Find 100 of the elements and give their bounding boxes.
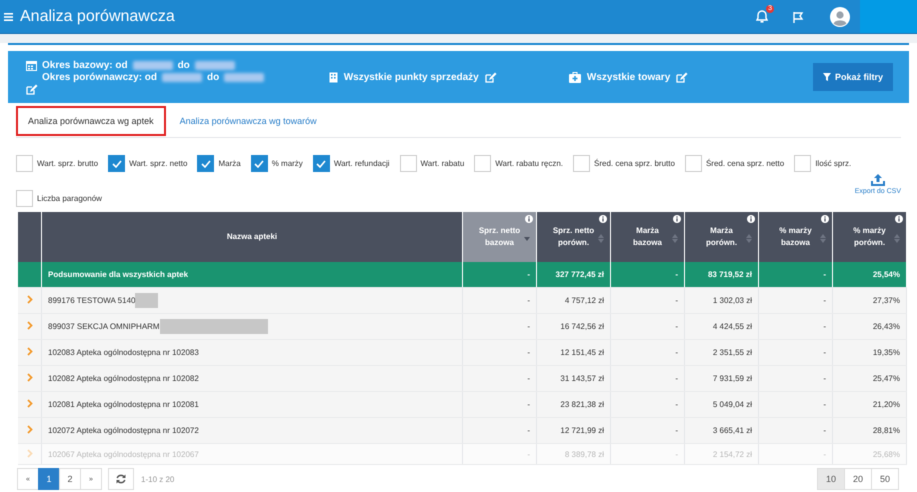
table-cell: - bbox=[610, 392, 684, 418]
table-cell: 4 424,55 zł bbox=[684, 314, 758, 340]
table-cell: - bbox=[758, 444, 832, 464]
page-range-label: 1-10 z 20 bbox=[141, 474, 174, 484]
checkbox[interactable] bbox=[250, 155, 268, 172]
table-cell: - bbox=[758, 366, 832, 392]
table-cell: - bbox=[462, 418, 536, 444]
medkit-icon bbox=[568, 72, 581, 82]
tab[interactable]: Analiza porównawcza wg towarów bbox=[170, 108, 327, 134]
chevron-right-icon bbox=[26, 399, 32, 408]
table-cell: 31 143,57 zł bbox=[536, 366, 610, 392]
table-cell: - bbox=[462, 366, 536, 392]
table-cell: 21,20% bbox=[832, 392, 906, 418]
checkbox[interactable] bbox=[684, 155, 702, 172]
table-cell: 25,47% bbox=[832, 366, 906, 392]
sort-icon bbox=[672, 234, 678, 243]
checkbox-label: Wart. refundacji bbox=[334, 159, 390, 168]
checkbox[interactable] bbox=[197, 155, 214, 172]
table-cell: 102081 Apteka ogólnodostępna nr 102081 bbox=[48, 400, 199, 409]
page-title: Analiza porównawcza bbox=[20, 8, 175, 26]
refresh-icon bbox=[116, 474, 126, 484]
tab[interactable]: Analiza porównawcza wg aptek bbox=[16, 106, 166, 136]
checkbox-label: Marża bbox=[218, 159, 241, 168]
check-icon bbox=[316, 160, 326, 168]
checkbox[interactable] bbox=[16, 190, 33, 207]
summary-cell: 25,54% bbox=[832, 262, 906, 288]
period-label: Okres porównawczy: od bbox=[42, 72, 158, 82]
checkbox[interactable] bbox=[400, 155, 417, 172]
table-cell: 16 742,56 zł bbox=[536, 314, 610, 340]
page-size-button[interactable]: 10 bbox=[817, 468, 845, 490]
checkbox-label: Wart. rabatu bbox=[420, 159, 464, 168]
checkbox-label: Wart. rabatu ręczn. bbox=[495, 159, 563, 168]
chevron-right-icon bbox=[26, 295, 32, 304]
menu-icon bbox=[4, 12, 13, 20]
table-cell: - bbox=[462, 340, 536, 366]
checkbox-label: % marży bbox=[272, 159, 303, 168]
edit-icon bbox=[676, 72, 688, 82]
products-filter: Wszystkie towary bbox=[586, 72, 670, 82]
table-cell: - bbox=[610, 288, 684, 314]
check-icon bbox=[200, 160, 211, 168]
bell-icon bbox=[756, 10, 768, 23]
table-cell: - bbox=[610, 444, 684, 464]
page-size-button[interactable]: 20 bbox=[844, 468, 872, 490]
table-cell: 899176 TESTOWA 5140 bbox=[48, 296, 136, 305]
table-cell: 19,35% bbox=[832, 340, 906, 366]
show-filters-button[interactable]: Pokaż filtry bbox=[813, 63, 894, 91]
table-cell: - bbox=[758, 418, 832, 444]
chevron-right-icon bbox=[26, 425, 32, 434]
checkbox[interactable] bbox=[16, 155, 33, 172]
refresh-button[interactable] bbox=[108, 468, 134, 490]
summary-cell: Podsumowanie dla wszystkich aptek bbox=[42, 262, 462, 288]
page-button[interactable]: 1 bbox=[38, 468, 60, 490]
filter-icon bbox=[823, 73, 831, 81]
checkbox[interactable] bbox=[474, 155, 492, 172]
table-cell: 102083 Apteka ogólnodostępna nr 102083 bbox=[48, 348, 199, 357]
column-header[interactable]: Sprz. netto porówn. bbox=[536, 212, 610, 262]
column-header[interactable]: % marży porówn. bbox=[832, 212, 906, 262]
table-cell: 2 154,72 zł bbox=[684, 444, 758, 464]
redaction-block bbox=[135, 293, 158, 308]
table-cell: 12 151,45 zł bbox=[536, 340, 610, 366]
table-cell: 4 757,12 zł bbox=[536, 288, 610, 314]
checkbox-label: Wart. sprz. netto bbox=[129, 159, 188, 168]
user-panel[interactable] bbox=[860, 0, 917, 33]
checkbox[interactable] bbox=[108, 155, 126, 172]
summary-cell: 83 719,52 zł bbox=[684, 262, 758, 288]
page-button[interactable]: 2 bbox=[59, 468, 81, 490]
column-header[interactable]: % marży bazowa bbox=[758, 212, 832, 262]
table-cell: 102082 Apteka ogólnodostępna nr 102082 bbox=[48, 374, 199, 383]
table-cell: - bbox=[610, 340, 684, 366]
sort-down-icon bbox=[524, 234, 530, 243]
checkbox-label: Śred. cena sprz. netto bbox=[706, 159, 784, 168]
column-header[interactable]: Marża porówn. bbox=[684, 212, 758, 262]
edit-icon bbox=[484, 72, 497, 82]
check-icon bbox=[254, 160, 264, 168]
page-size-button[interactable]: 50 bbox=[871, 468, 899, 490]
table-cell: 899037 SEKCJA OMNIPHARM bbox=[48, 322, 160, 331]
flag-icon bbox=[792, 10, 804, 22]
table-cell: - bbox=[758, 288, 832, 314]
column-header[interactable]: Nazwa apteki bbox=[42, 212, 462, 262]
table-cell: - bbox=[610, 366, 684, 392]
table-cell: - bbox=[758, 392, 832, 418]
checkbox[interactable] bbox=[312, 155, 330, 172]
checkbox[interactable] bbox=[573, 155, 590, 172]
table-cell: - bbox=[758, 340, 832, 366]
table-cell: 23 821,38 zł bbox=[536, 392, 610, 418]
checkbox[interactable] bbox=[794, 155, 812, 172]
table-cell: 28,81% bbox=[832, 418, 906, 444]
chevron-right-icon bbox=[26, 448, 32, 458]
edit-icon bbox=[26, 84, 38, 94]
check-icon bbox=[112, 160, 122, 168]
column-header[interactable]: Marża bazowa bbox=[610, 212, 684, 262]
table-cell: 27,37% bbox=[832, 288, 906, 314]
blurred-date bbox=[162, 72, 202, 82]
summary-cell: 327 772,45 zł bbox=[536, 262, 610, 288]
table-cell: 102067 Apteka ogólnodostępna nr 102067 bbox=[48, 450, 199, 458]
table-cell: 1 302,03 zł bbox=[684, 288, 758, 314]
sort-icon bbox=[894, 234, 900, 243]
period-to-label: do bbox=[207, 72, 220, 82]
upload-icon bbox=[870, 174, 885, 186]
table-cell: 25,68% bbox=[832, 444, 906, 464]
